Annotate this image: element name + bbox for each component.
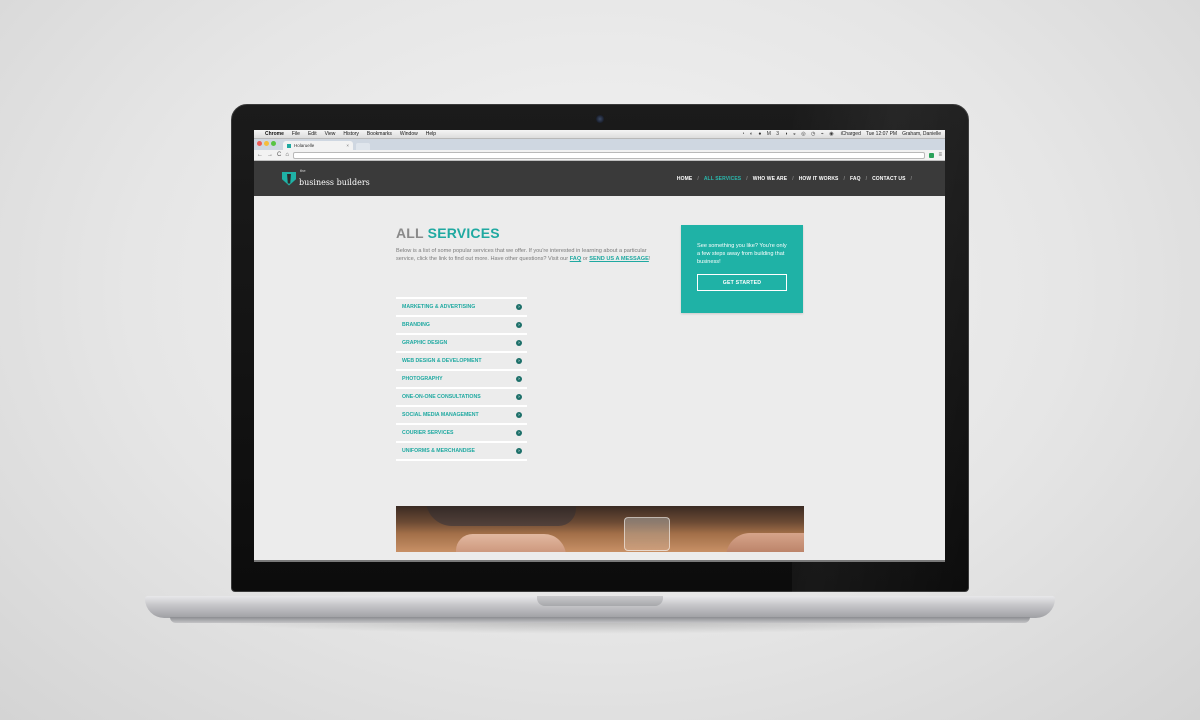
chevron-right-icon: › — [516, 430, 522, 436]
service-label: Uniforms & Merchandise — [402, 448, 475, 454]
services-list: Marketing & Advertising › Branding › Graph… — [396, 297, 527, 461]
main-nav: HOME / ALL SERVICES / WHO WE ARE / HOW I… — [677, 176, 917, 182]
address-bar[interactable] — [292, 151, 926, 159]
status-tray-icons[interactable]: ◔ ◐ ● M 3 ◑ ◒ ◎ ◷ ⌁ ◉ — [742, 131, 836, 137]
nav-faq[interactable]: FAQ — [850, 176, 861, 182]
page-title-bold: SERVICES — [427, 225, 500, 241]
service-item-consultations[interactable]: One-on-One Consultations › — [396, 389, 527, 407]
chevron-right-icon: › — [516, 448, 522, 454]
nav-all-services[interactable]: ALL SERVICES — [704, 176, 741, 182]
tab-title: Holaruelle — [294, 143, 315, 148]
service-label: Branding — [402, 322, 430, 328]
menu-file[interactable]: File — [292, 131, 300, 137]
close-window-button[interactable] — [257, 141, 262, 146]
service-label: Web Design & Development — [402, 358, 482, 364]
logo-text: the business builders — [299, 167, 370, 189]
chevron-right-icon: › — [516, 394, 522, 400]
chevron-right-icon: › — [516, 358, 522, 364]
logo-main-text: business builders — [299, 177, 370, 187]
intro-paragraph: Below is a list of some popular services… — [396, 247, 664, 263]
faq-link[interactable]: FAQ — [570, 256, 582, 262]
home-icon[interactable]: ⌂ — [285, 152, 289, 158]
service-item-uniforms[interactable]: Uniforms & Merchandise › — [396, 443, 527, 461]
service-item-branding[interactable]: Branding › — [396, 317, 527, 335]
forward-icon[interactable]: → — [267, 152, 273, 158]
service-item-courier[interactable]: Courier Services › — [396, 425, 527, 443]
nav-who-we-are[interactable]: WHO WE ARE — [753, 176, 787, 182]
service-item-marketing[interactable]: Marketing & Advertising › — [396, 299, 527, 317]
logo-small-text: the — [300, 167, 306, 173]
service-item-social-media[interactable]: Social Media Management › — [396, 407, 527, 425]
cta-text: See something you like? You're only a fe… — [697, 243, 787, 266]
nav-separator: / — [865, 175, 868, 182]
chevron-right-icon: › — [516, 340, 522, 346]
menu-help[interactable]: Help — [426, 131, 436, 137]
new-tab-button[interactable] — [356, 143, 370, 150]
send-message-link[interactable]: SEND US A MESSAGE — [589, 256, 649, 262]
cta-box: See something you like? You're only a fe… — [681, 225, 803, 313]
nav-separator: / — [746, 175, 748, 182]
browser-tabstrip: Holaruelle × — [254, 139, 945, 150]
laptop-screen: Chrome File Edit View History Bookmarks … — [254, 130, 945, 562]
menu-bookmarks[interactable]: Bookmarks — [367, 131, 392, 137]
photo-hand-left — [456, 534, 566, 552]
photo-glass — [624, 517, 670, 551]
nav-separator: / — [697, 175, 699, 182]
chevron-right-icon: › — [516, 376, 522, 382]
menubar-user[interactable]: Graham, Danielle — [902, 131, 941, 137]
chevron-right-icon: › — [516, 412, 522, 418]
service-item-photography[interactable]: Photography › — [396, 371, 527, 389]
site-logo[interactable]: the business builders — [282, 167, 370, 189]
menu-edit[interactable]: Edit — [308, 131, 317, 137]
screen-bottom-edge — [254, 560, 945, 562]
page-title: ALL SERVICES — [396, 225, 500, 241]
nav-separator: / — [910, 175, 912, 182]
browser-tab[interactable]: Holaruelle × — [283, 141, 353, 150]
mac-menubar: Chrome File Edit View History Bookmarks … — [254, 130, 945, 139]
service-item-web-design[interactable]: Web Design & Development › — [396, 353, 527, 371]
laptop-notch — [537, 596, 663, 606]
hero-photo — [396, 506, 804, 552]
webcam — [596, 115, 604, 123]
chrome-menu-icon[interactable]: ≡ — [938, 152, 942, 158]
service-label: Courier Services — [402, 430, 454, 436]
browser-toolbar: ← → C ⌂ ≡ — [254, 150, 945, 161]
service-label: Social Media Management — [402, 412, 479, 418]
menu-window[interactable]: Window — [400, 131, 418, 137]
menu-history[interactable]: History — [343, 131, 359, 137]
menu-view[interactable]: View — [325, 131, 336, 137]
menu-app[interactable]: Chrome — [265, 131, 284, 137]
back-icon[interactable]: ← — [257, 152, 263, 158]
laptop-base-bottom — [170, 617, 1030, 623]
chevron-right-icon: › — [516, 304, 522, 310]
minimize-window-button[interactable] — [264, 141, 269, 146]
nav-how-it-works[interactable]: HOW IT WORKS — [799, 176, 839, 182]
tie-logo-icon — [282, 171, 296, 186]
site-header: the business builders HOME / ALL SERVICE… — [254, 161, 945, 196]
nav-separator: / — [843, 175, 845, 182]
zoom-window-button[interactable] — [271, 141, 276, 146]
favicon-icon — [287, 143, 291, 148]
service-label: Photography — [402, 376, 443, 382]
nav-separator: / — [792, 175, 794, 182]
nav-home[interactable]: HOME — [677, 176, 692, 182]
tab-close-icon[interactable]: × — [346, 143, 349, 148]
get-started-button[interactable]: GET STARTED — [697, 274, 787, 292]
menubar-clock[interactable]: Tue 12:07 PM — [866, 131, 897, 137]
service-label: Graphic Design — [402, 340, 448, 346]
extension-icon[interactable] — [929, 152, 935, 158]
photo-bag — [426, 506, 576, 526]
nav-contact-us[interactable]: CONTACT US — [872, 176, 905, 182]
reload-icon[interactable]: C — [277, 152, 281, 158]
service-label: One-on-One Consultations — [402, 394, 481, 400]
battery-status[interactable]: iCharged — [841, 131, 861, 137]
intro-end: ! — [648, 256, 651, 263]
service-label: Marketing & Advertising — [402, 304, 476, 310]
page-title-light: ALL — [396, 225, 428, 241]
chevron-right-icon: › — [516, 322, 522, 328]
page-content: ALL SERVICES Below is a list of some pop… — [254, 196, 945, 552]
service-item-graphic-design[interactable]: Graphic Design › — [396, 335, 527, 353]
window-controls — [257, 141, 276, 146]
photo-hand-right — [726, 533, 804, 552]
